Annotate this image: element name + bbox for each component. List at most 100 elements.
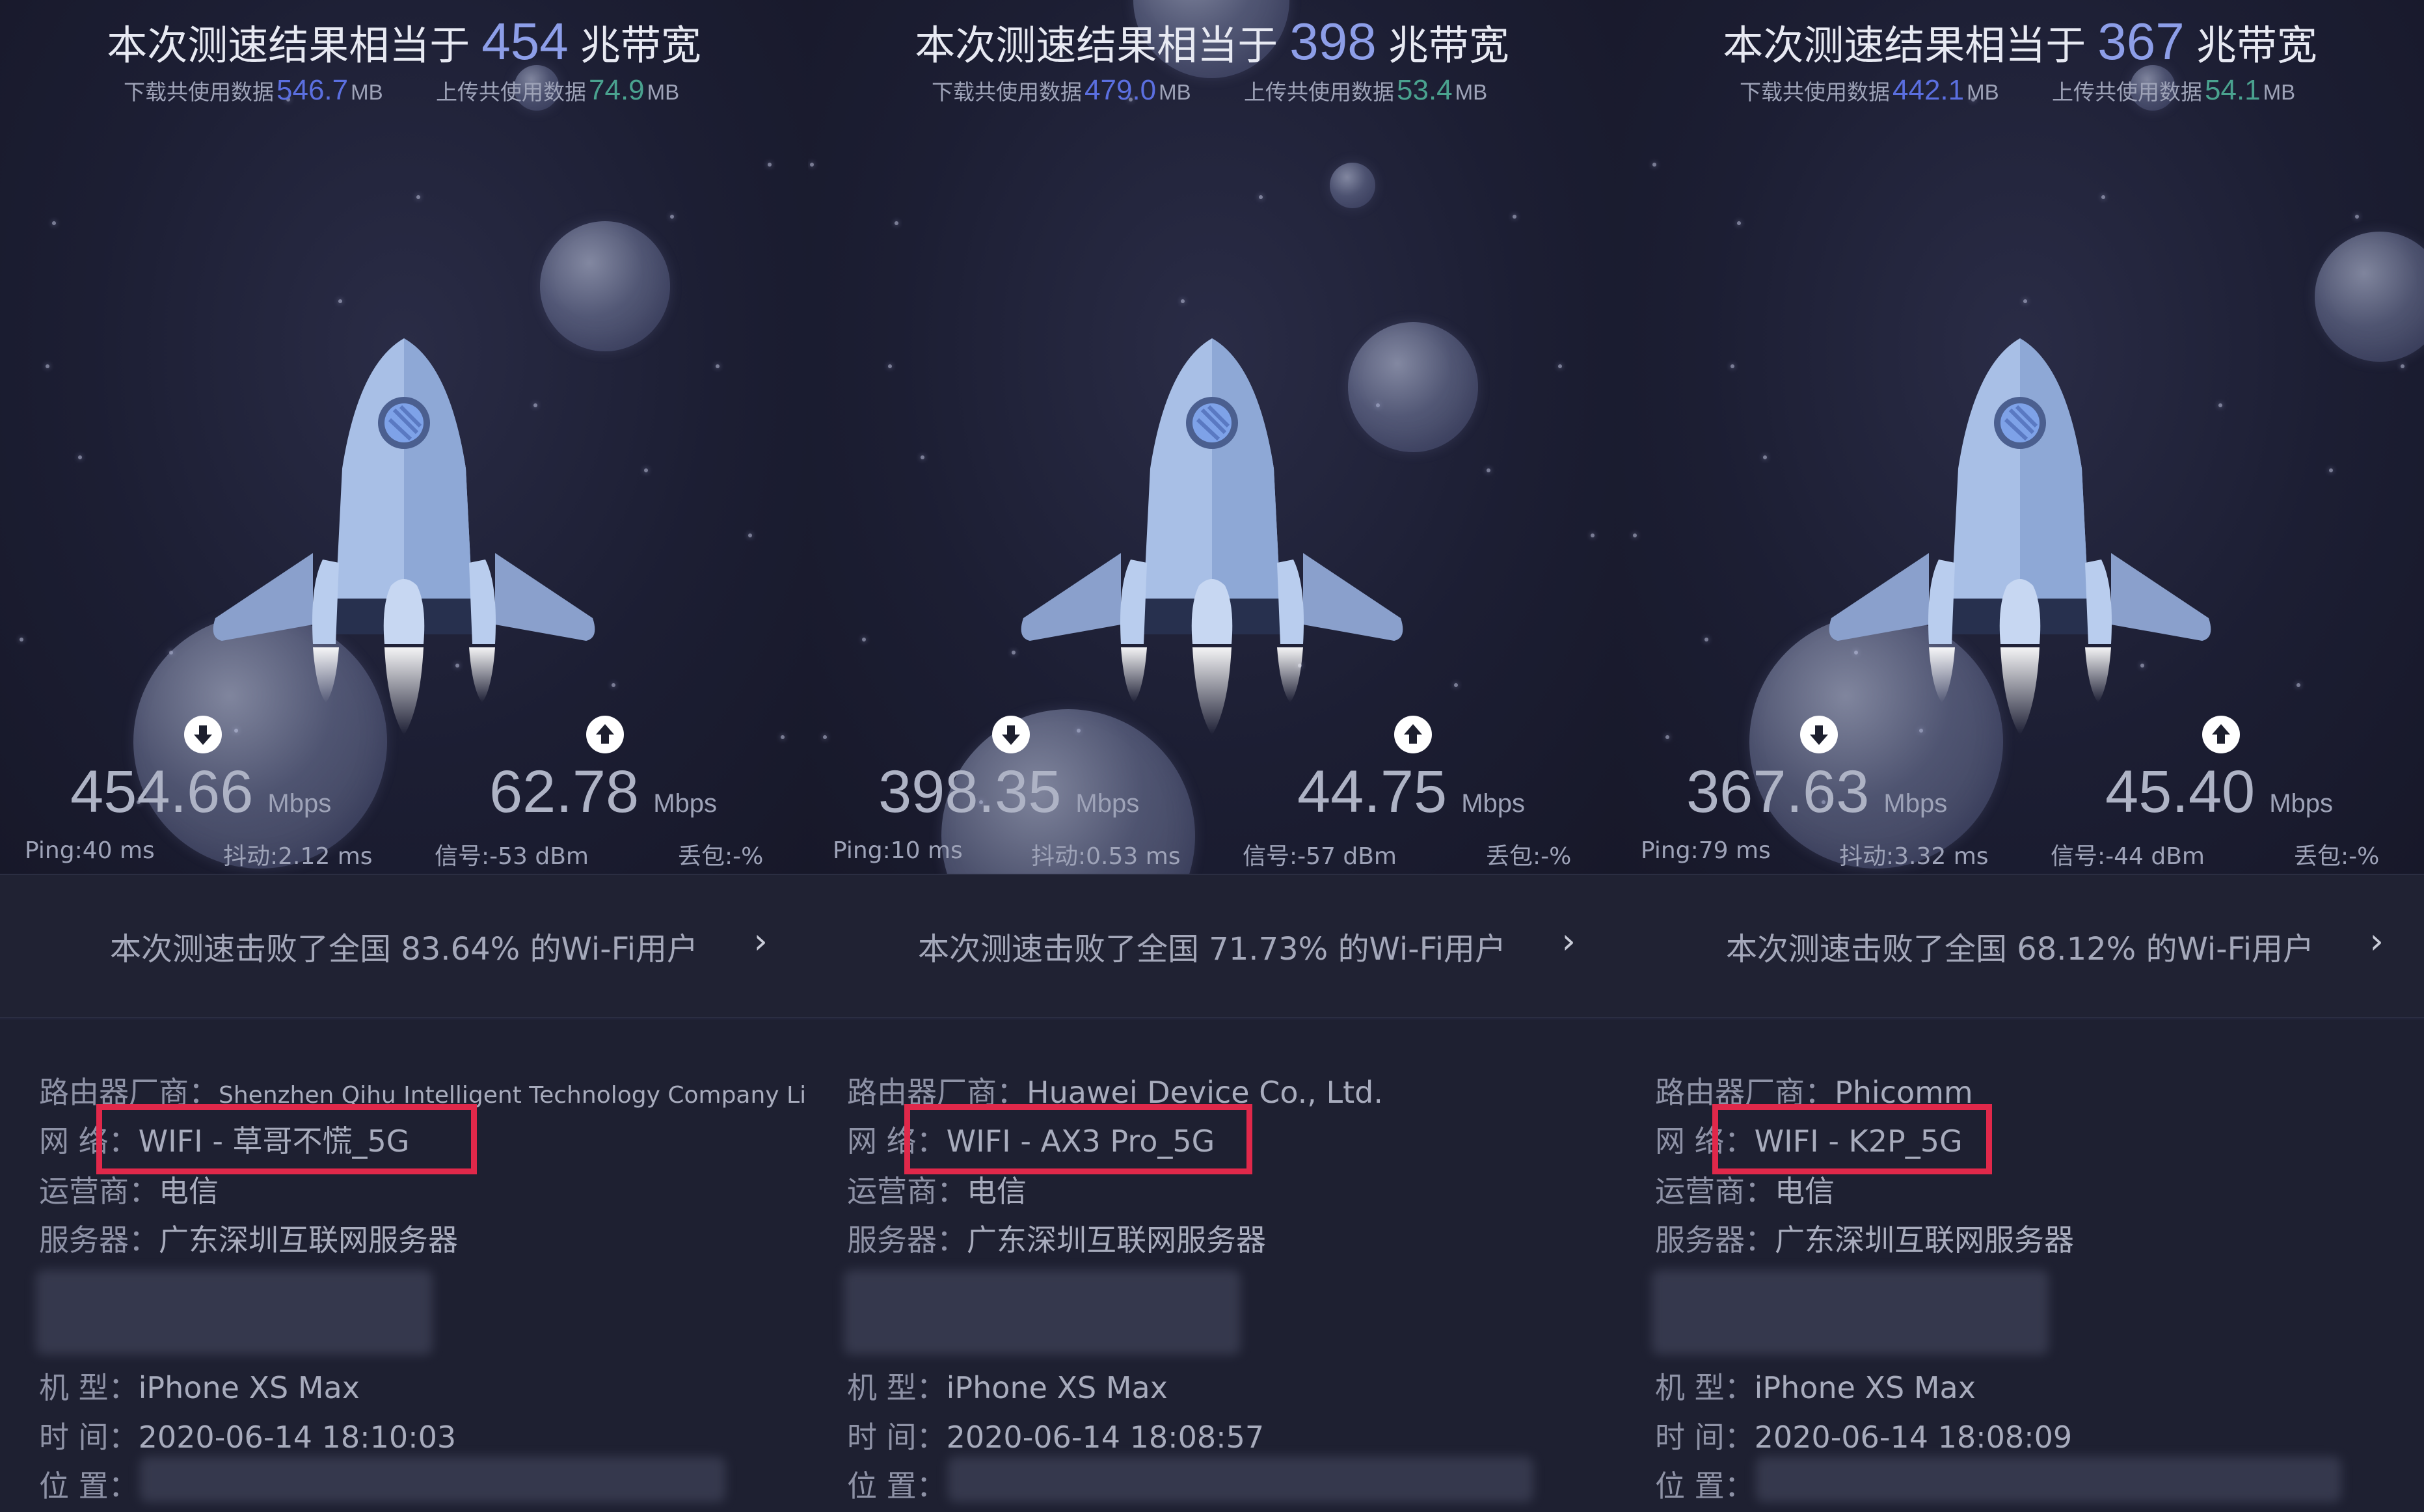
time-row: 时 间：2020-06-14 18:08:09: [1655, 1414, 2072, 1457]
upload-arrow-icon: [2202, 716, 2240, 753]
download-used-label: 下载共使用数据: [932, 79, 1082, 105]
speedtest-result-panel-1: 本次测速结果相当于 454 兆带宽 下载共使用数据546.7 MB 上传共使用数据74…: [0, 0, 808, 1512]
star: [1454, 683, 1458, 687]
title-suffix: 兆带宽: [1388, 21, 1509, 69]
rocket-icon: [1829, 338, 2211, 735]
download-data-usage: 下载共使用数据442.1 MB: [1740, 74, 1999, 107]
redacted-location: [948, 1457, 1533, 1502]
chevron-right-icon: ›: [1561, 921, 1576, 962]
ping-value: Ping:40 ms: [25, 837, 155, 864]
download-speed: 454.66 Mbps: [70, 758, 331, 826]
device-info-section: 路由器厂商：Huawei Device Co., Ltd. 网 络：WIFI -…: [808, 1019, 1616, 1512]
upload-used-unit: MB: [1455, 80, 1488, 104]
download-used-unit: MB: [1967, 80, 1999, 104]
server-label: 服务器：: [847, 1222, 967, 1258]
star: [888, 364, 892, 368]
star: [20, 638, 23, 641]
upload-speed-value: 44.75: [1297, 759, 1448, 825]
result-title: 本次测速结果相当于 454 兆带宽: [0, 12, 808, 72]
time-row: 时 间：2020-06-14 18:10:03: [39, 1414, 456, 1457]
bubble: [540, 221, 670, 351]
star: [416, 195, 420, 199]
star: [1591, 533, 1595, 537]
download-arrow-icon: [992, 716, 1030, 753]
location-label: 位 置：: [39, 1468, 139, 1504]
time-label: 时 间：: [39, 1420, 139, 1455]
network-highlight-box: [904, 1104, 1252, 1174]
star: [2355, 215, 2359, 219]
chevron-right-icon: ›: [753, 921, 768, 962]
carrier-value: 电信: [1775, 1174, 1835, 1209]
star: [921, 455, 924, 459]
beat-rank-text: 本次测速击败了全国 68.12% 的Wi-Fi用户: [1725, 931, 2315, 967]
title-suffix: 兆带宽: [580, 21, 701, 69]
title-prefix: 本次测速结果相当于: [107, 21, 470, 69]
star: [781, 735, 785, 739]
download-speed-unit: Mbps: [1075, 789, 1140, 818]
network-highlight-box: [96, 1104, 477, 1174]
server-row: 服务器：广东深圳互联网服务器: [39, 1217, 458, 1260]
star: [2023, 299, 2027, 303]
download-used-value: 546.7: [276, 74, 349, 106]
beat-rank-row[interactable]: 本次测速击败了全国 71.73% 的Wi-Fi用户 ›: [808, 874, 1616, 1018]
carrier-label: 运营商：: [1655, 1174, 1775, 1209]
packet-loss-value: 丢包:-%: [678, 843, 764, 870]
redacted-location: [1756, 1457, 2341, 1502]
server-row: 服务器：广东深圳互联网服务器: [847, 1217, 1266, 1260]
carrier-value: 电信: [159, 1174, 219, 1209]
location-label: 位 置：: [1655, 1468, 1755, 1504]
upload-speed-value: 62.78: [489, 759, 640, 825]
model-row: 机 型：iPhone XS Max: [847, 1364, 1168, 1407]
ping-value: Ping:79 ms: [1641, 837, 1771, 864]
time-value: 2020-06-14 18:08:09: [1754, 1420, 2073, 1455]
model-label: 机 型：: [847, 1370, 947, 1405]
speedtest-result-panel-3: 本次测速结果相当于 367 兆带宽 下载共使用数据442.1 MB 上传共使用数据54…: [1616, 0, 2424, 1512]
model-label: 机 型：: [1655, 1370, 1755, 1405]
beat-rank-row[interactable]: 本次测速击败了全国 68.12% 的Wi-Fi用户 ›: [1616, 874, 2424, 1018]
location-row: 位 置：: [1655, 1463, 1755, 1505]
upload-used-label: 上传共使用数据: [2052, 79, 2202, 105]
screenshot-collage: 本次测速结果相当于 454 兆带宽 下载共使用数据546.7 MB 上传共使用数据74…: [0, 0, 2424, 1512]
title-prefix: 本次测速结果相当于: [915, 21, 1278, 69]
location-row: 位 置：: [847, 1463, 947, 1505]
beat-rank-text: 本次测速击败了全国 71.73% 的Wi-Fi用户: [917, 931, 1507, 967]
star: [748, 533, 752, 537]
star: [612, 683, 615, 687]
beat-rank-text: 本次测速击败了全国 83.64% 的Wi-Fi用户: [109, 931, 699, 967]
upload-used-value: 74.9: [589, 74, 645, 106]
star: [1181, 299, 1185, 303]
star: [895, 221, 898, 225]
time-value: 2020-06-14 18:08:57: [946, 1420, 1265, 1455]
download-arrow-icon: [1800, 716, 1838, 753]
redacted-block: [844, 1270, 1241, 1355]
signal-value: 信号:-57 dBm: [1243, 843, 1397, 870]
download-speed: 367.63 Mbps: [1686, 758, 1947, 826]
star: [1763, 455, 1767, 459]
redacted-location: [140, 1457, 725, 1502]
result-hero: 本次测速结果相当于 454 兆带宽 下载共使用数据546.7 MB 上传共使用数据74…: [0, 0, 808, 874]
upload-arrow-icon: [586, 716, 624, 753]
redacted-block: [1652, 1270, 2049, 1355]
upload-used-unit: MB: [647, 80, 680, 104]
server-label: 服务器：: [1655, 1222, 1775, 1258]
carrier-label: 运营商：: [39, 1174, 159, 1209]
star: [1487, 468, 1490, 472]
model-label: 机 型：: [39, 1370, 139, 1405]
upload-used-label: 上传共使用数据: [436, 79, 586, 105]
jitter-value: 抖动:0.53 ms: [1031, 843, 1181, 870]
upload-speed-value: 45.40: [2105, 759, 2256, 825]
server-value: 广东深圳互联网服务器: [1775, 1222, 2074, 1258]
time-label: 时 间：: [847, 1420, 947, 1455]
result-title: 本次测速结果相当于 367 兆带宽: [1616, 12, 2424, 72]
upload-speed-unit: Mbps: [1461, 789, 1526, 818]
star: [2296, 683, 2300, 687]
upload-used-value: 53.4: [1397, 74, 1453, 106]
beat-rank-row[interactable]: 本次测速击败了全国 83.64% 的Wi-Fi用户 ›: [0, 874, 808, 1018]
time-label: 时 间：: [1655, 1420, 1755, 1455]
device-info-section: 路由器厂商：Shenzhen Qihu Intelligent Technolo…: [0, 1019, 808, 1512]
result-hero: 本次测速结果相当于 367 兆带宽 下载共使用数据442.1 MB 上传共使用数据54…: [1616, 0, 2424, 874]
download-used-label: 下载共使用数据: [1740, 79, 1890, 105]
download-speed: 398.35 Mbps: [878, 758, 1139, 826]
download-speed-unit: Mbps: [1883, 789, 1948, 818]
server-row: 服务器：广东深圳互联网服务器: [1655, 1217, 2074, 1260]
